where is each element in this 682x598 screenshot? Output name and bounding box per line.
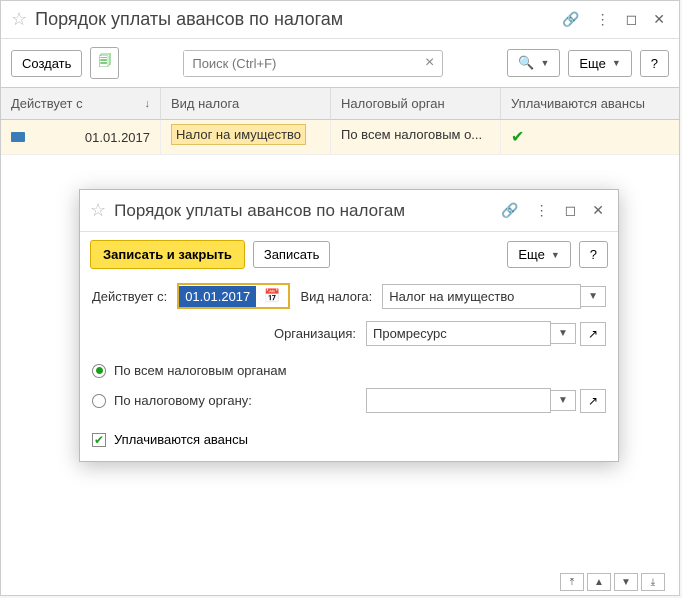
copy-button[interactable]: 🗐 (90, 47, 119, 79)
modal-help-button[interactable]: ? (579, 241, 608, 268)
favorite-star-icon[interactable]: ☆ (11, 9, 27, 30)
org-open-icon[interactable]: ↗ (580, 322, 606, 346)
calendar-icon[interactable]: 📅 (256, 285, 288, 307)
clear-search-icon[interactable]: × (417, 54, 442, 72)
radio-all-authorities[interactable]: По всем налоговым органам (92, 358, 606, 383)
main-titlebar: ☆ Порядок уплаты авансов по налогам 🔗 ⋮ … (1, 1, 679, 39)
window-title: Порядок уплаты авансов по налогам (35, 9, 550, 30)
radio-all-label: По всем налоговым органам (114, 363, 287, 378)
modal-maximize-icon[interactable]: ◻ (561, 198, 581, 223)
radio-icon[interactable] (92, 364, 106, 378)
date-field[interactable]: 01.01.2017 📅 (177, 283, 290, 309)
search-input[interactable] (184, 51, 417, 76)
radio-one-label: По налоговому органу: (114, 393, 252, 408)
close-icon[interactable]: ✕ (649, 7, 669, 32)
cell-date: 01.01.2017 (85, 130, 150, 145)
sort-arrow-icon: ↓ (145, 98, 151, 110)
modal-favorite-star-icon[interactable]: ☆ (90, 200, 106, 221)
more-button[interactable]: Еще ▼ (568, 50, 631, 77)
checkbox-label: Уплачиваются авансы (114, 432, 248, 447)
check-icon: ✔ (511, 129, 524, 146)
cell-authority: По всем налоговым о... (331, 120, 501, 155)
nav-up-icon[interactable]: ▲ (587, 573, 611, 591)
data-grid: Действует с↓ Вид налога Налоговый орган … (1, 87, 679, 155)
modal-title: Порядок уплаты авансов по налогам (114, 201, 489, 221)
help-button[interactable]: ? (640, 50, 669, 77)
radio-one-authority[interactable]: По налоговому органу: ▼ ↗ (92, 383, 606, 418)
link-icon[interactable]: 🔗 (558, 7, 583, 32)
col-header-tax[interactable]: Вид налога (161, 88, 331, 120)
main-toolbar: Создать 🗐 × 🔍 ▼ Еще ▼ ? (1, 39, 679, 87)
modal-more-button[interactable]: Еще ▼ (507, 241, 570, 268)
modal-link-icon[interactable]: 🔗 (497, 198, 522, 223)
tax-select[interactable]: Налог на имущество (382, 284, 581, 309)
grid-header: Действует с↓ Вид налога Налоговый орган … (1, 88, 679, 120)
maximize-icon[interactable]: ◻ (622, 7, 642, 32)
checkbox-icon[interactable]: ✔ (92, 433, 106, 447)
col-header-authority[interactable]: Налоговый орган (331, 88, 501, 120)
save-close-button[interactable]: Записать и закрыть (90, 240, 245, 269)
save-button[interactable]: Записать (253, 241, 331, 268)
cell-tax: Налог на имущество (171, 124, 306, 145)
radio-icon[interactable] (92, 394, 106, 408)
org-label: Организация: (274, 326, 356, 341)
modal-kebab-icon[interactable]: ⋮ (531, 198, 553, 223)
search-dropdown-button[interactable]: 🔍 ▼ (507, 49, 560, 77)
table-row[interactable]: 01.01.2017 Налог на имущество По всем на… (1, 120, 679, 155)
org-select[interactable]: Промресурс (366, 321, 551, 346)
date-value[interactable]: 01.01.2017 (179, 286, 256, 307)
modal-toolbar: Записать и закрыть Записать Еще ▼ ? (80, 232, 618, 277)
col-header-advances[interactable]: Уплачиваются авансы (501, 88, 679, 120)
col-header-date[interactable]: Действует с↓ (1, 88, 161, 120)
record-icon (11, 132, 25, 142)
nav-top-icon[interactable]: ⤒ (560, 573, 584, 591)
modal-close-icon[interactable]: ✕ (588, 198, 608, 223)
date-label: Действует с: (92, 289, 167, 304)
modal-titlebar: ☆ Порядок уплаты авансов по налогам 🔗 ⋮ … (80, 190, 618, 232)
create-button[interactable]: Создать (11, 50, 82, 77)
kebab-menu-icon[interactable]: ⋮ (592, 7, 614, 32)
nav-bottom-icon[interactable]: ⤓ (641, 573, 665, 591)
nav-down-icon[interactable]: ▼ (614, 573, 638, 591)
org-dropdown-icon[interactable]: ▼ (551, 323, 576, 344)
authority-select[interactable] (366, 388, 551, 413)
grid-nav-buttons: ⤒ ▲ ▼ ⤓ (560, 573, 665, 591)
tax-label: Вид налога: (300, 289, 372, 304)
edit-modal: ☆ Порядок уплаты авансов по налогам 🔗 ⋮ … (79, 189, 619, 462)
tax-dropdown-icon[interactable]: ▼ (581, 286, 606, 307)
advances-checkbox-row[interactable]: ✔ Уплачиваются авансы (80, 424, 618, 461)
search-box[interactable]: × (183, 50, 443, 77)
authority-radio-group: По всем налоговым органам По налоговому … (80, 352, 618, 424)
authority-open-icon[interactable]: ↗ (580, 389, 606, 413)
authority-dropdown-icon[interactable]: ▼ (551, 390, 576, 411)
